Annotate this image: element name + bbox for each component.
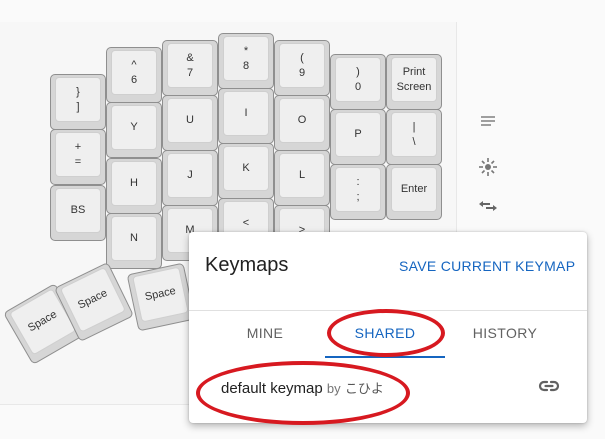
key-backslash[interactable]: | \ bbox=[386, 109, 442, 165]
key-k[interactable]: K bbox=[218, 143, 274, 199]
key-u[interactable]: U bbox=[162, 95, 218, 151]
key-l[interactable]: L bbox=[274, 150, 330, 206]
key-n[interactable]: N bbox=[106, 213, 162, 269]
key-space-3[interactable]: Space bbox=[126, 262, 196, 332]
key-rbracket[interactable]: }] bbox=[50, 74, 106, 130]
key-semicolon[interactable]: :; bbox=[330, 164, 386, 220]
key-print-screen[interactable]: Print Screen bbox=[386, 54, 442, 110]
key-equal[interactable]: + = bbox=[50, 129, 106, 185]
key-0[interactable]: ) 0 bbox=[330, 54, 386, 110]
link-icon[interactable] bbox=[538, 377, 560, 395]
key-7[interactable]: & 7 bbox=[162, 40, 218, 96]
light-icon[interactable] bbox=[478, 157, 498, 177]
key-o[interactable]: O bbox=[274, 95, 330, 151]
key-enter[interactable]: Enter bbox=[386, 164, 442, 220]
key-y[interactable]: Y bbox=[106, 102, 162, 158]
key-bs[interactable]: BS bbox=[50, 185, 106, 241]
key-9[interactable]: (9 bbox=[274, 40, 330, 96]
key-8[interactable]: * 8 bbox=[218, 33, 274, 89]
annotation-ring-keymap-item bbox=[196, 361, 410, 425]
card-title: Keymaps bbox=[205, 254, 289, 276]
key-h[interactable]: H bbox=[106, 158, 162, 214]
swap-icon[interactable] bbox=[478, 198, 498, 218]
key-6[interactable]: ^ 6 bbox=[106, 47, 162, 103]
save-current-keymap-button[interactable]: SAVE CURRENT KEYMAP bbox=[399, 258, 575, 274]
tab-history[interactable]: HISTORY bbox=[445, 325, 565, 341]
tab-mine[interactable]: MINE bbox=[205, 325, 325, 341]
key-i[interactable]: I bbox=[218, 88, 274, 144]
annotation-ring-shared-tab bbox=[327, 309, 445, 357]
notes-icon[interactable] bbox=[478, 114, 498, 134]
key-j[interactable]: J bbox=[162, 150, 218, 206]
key-p[interactable]: P bbox=[330, 109, 386, 165]
